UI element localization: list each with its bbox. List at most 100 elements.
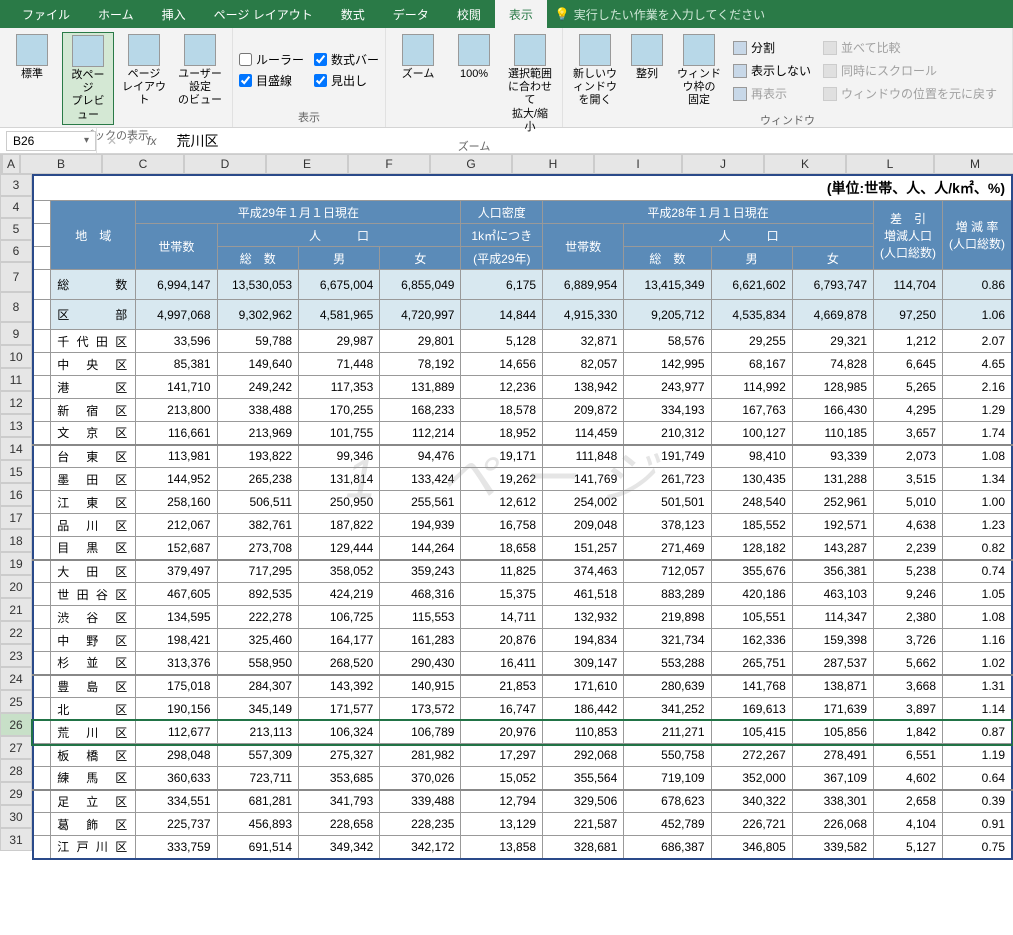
cell[interactable]: 193,822 bbox=[217, 445, 299, 468]
cell[interactable]: 3,897 bbox=[874, 698, 943, 721]
cell[interactable]: 105,551 bbox=[711, 606, 792, 629]
ribbon-btn[interactable]: 整列 bbox=[621, 32, 673, 110]
cell[interactable]: 162,336 bbox=[711, 629, 792, 652]
ribbon-small-btn[interactable]: 表示しない bbox=[729, 60, 815, 81]
cell[interactable]: 9,205,712 bbox=[624, 300, 711, 330]
ribbon-checkbox[interactable]: 見出し bbox=[314, 72, 379, 89]
cell[interactable]: 1.29 bbox=[943, 399, 1013, 422]
cell[interactable] bbox=[33, 721, 51, 744]
cell[interactable]: 141,769 bbox=[543, 468, 624, 491]
cell[interactable]: 265,751 bbox=[711, 652, 792, 675]
cell[interactable]: 142,995 bbox=[624, 353, 711, 376]
cell[interactable]: 144,264 bbox=[380, 537, 461, 560]
row-header[interactable]: 26 bbox=[0, 713, 32, 736]
cell[interactable]: 100,127 bbox=[711, 422, 792, 445]
cell[interactable]: 374,463 bbox=[543, 560, 624, 583]
cell[interactable]: 116,661 bbox=[136, 422, 217, 445]
cell[interactable]: 6,994,147 bbox=[136, 270, 217, 300]
cell[interactable] bbox=[33, 224, 51, 247]
cell[interactable]: 18,658 bbox=[461, 537, 543, 560]
cell[interactable]: 101,755 bbox=[299, 422, 380, 445]
cell[interactable]: 6,793,747 bbox=[792, 270, 873, 300]
ribbon-btn[interactable]: 新しいウィンドウを開く bbox=[569, 32, 621, 110]
cell[interactable]: 198,421 bbox=[136, 629, 217, 652]
cell[interactable]: 355,564 bbox=[543, 767, 624, 790]
cell[interactable]: 329,506 bbox=[543, 790, 624, 813]
cell[interactable]: 340,322 bbox=[711, 790, 792, 813]
cell[interactable]: 249,242 bbox=[217, 376, 299, 399]
cell[interactable]: 6,855,049 bbox=[380, 270, 461, 300]
cell[interactable]: 6,889,954 bbox=[543, 270, 624, 300]
cell[interactable]: 0.91 bbox=[943, 813, 1013, 836]
row-header[interactable]: 30 bbox=[0, 805, 32, 828]
cell[interactable]: 6,675,004 bbox=[299, 270, 380, 300]
menu-tab-0[interactable]: ファイル bbox=[8, 0, 84, 29]
cell[interactable] bbox=[33, 353, 51, 376]
cell[interactable]: 141,710 bbox=[136, 376, 217, 399]
cell[interactable]: 681,281 bbox=[217, 790, 299, 813]
cell[interactable]: 総 数 bbox=[624, 247, 711, 270]
cell[interactable] bbox=[33, 247, 51, 270]
data-grid[interactable]: (単位:世帯、人、人/k㎡、%)地 域平成29年１月１日現在人口密度平成28年１… bbox=[32, 174, 1013, 860]
cell[interactable]: 379,497 bbox=[136, 560, 217, 583]
cell[interactable]: 6,621,602 bbox=[711, 270, 792, 300]
ribbon-btn[interactable]: 100% bbox=[448, 32, 500, 136]
cell[interactable]: (平成29年) bbox=[461, 247, 543, 270]
cell[interactable]: 501,501 bbox=[624, 491, 711, 514]
cell[interactable]: 359,243 bbox=[380, 560, 461, 583]
cell[interactable]: 287,537 bbox=[792, 652, 873, 675]
cell[interactable]: 21,853 bbox=[461, 675, 543, 698]
cell[interactable]: 71,448 bbox=[299, 353, 380, 376]
cell[interactable]: 117,353 bbox=[299, 376, 380, 399]
cell[interactable]: 506,511 bbox=[217, 491, 299, 514]
tell-me[interactable]: 💡 実行したい作業を入力してください bbox=[547, 6, 765, 23]
cell[interactable] bbox=[33, 201, 51, 224]
cell[interactable]: 173,572 bbox=[380, 698, 461, 721]
row-header[interactable]: 21 bbox=[0, 598, 32, 621]
col-header[interactable]: G bbox=[430, 154, 512, 174]
ribbon-btn[interactable]: ユーザー設定のビュー bbox=[174, 32, 226, 125]
row-header[interactable]: 10 bbox=[0, 345, 32, 368]
cell[interactable]: 456,893 bbox=[217, 813, 299, 836]
cell[interactable]: 1,212 bbox=[874, 330, 943, 353]
ribbon-small-btn[interactable]: 再表示 bbox=[729, 83, 815, 104]
cell[interactable]: 105,856 bbox=[792, 721, 873, 744]
cell[interactable]: 6,551 bbox=[874, 744, 943, 767]
cell[interactable]: 334,551 bbox=[136, 790, 217, 813]
cell[interactable]: 717,295 bbox=[217, 560, 299, 583]
cell[interactable] bbox=[33, 514, 51, 537]
cell[interactable]: 130,435 bbox=[711, 468, 792, 491]
cell[interactable]: 世帯数 bbox=[136, 224, 217, 270]
cell[interactable]: 3,515 bbox=[874, 468, 943, 491]
cell[interactable]: 品 川 区 bbox=[51, 514, 136, 537]
cell[interactable]: 186,442 bbox=[543, 698, 624, 721]
cell[interactable] bbox=[33, 836, 51, 859]
row-header[interactable]: 4 bbox=[0, 196, 32, 218]
cell[interactable]: 墨 田 区 bbox=[51, 468, 136, 491]
cell[interactable]: 板 橋 区 bbox=[51, 744, 136, 767]
cell[interactable]: 99,346 bbox=[299, 445, 380, 468]
cell[interactable]: 5,128 bbox=[461, 330, 543, 353]
cell[interactable]: 12,612 bbox=[461, 491, 543, 514]
cell[interactable]: 総 数 bbox=[51, 270, 136, 300]
cell[interactable]: 686,387 bbox=[624, 836, 711, 859]
enter-icon[interactable]: ✓ bbox=[127, 134, 137, 148]
col-header[interactable]: L bbox=[846, 154, 934, 174]
cell[interactable]: 文 京 区 bbox=[51, 422, 136, 445]
cell[interactable]: 2,658 bbox=[874, 790, 943, 813]
cell[interactable]: 691,514 bbox=[217, 836, 299, 859]
cell[interactable]: 132,932 bbox=[543, 606, 624, 629]
cell[interactable]: (単位:世帯、人、人/k㎡、%) bbox=[51, 175, 1012, 201]
col-header[interactable]: F bbox=[348, 154, 430, 174]
cell[interactable]: 114,459 bbox=[543, 422, 624, 445]
row-header[interactable]: 28 bbox=[0, 759, 32, 782]
cell[interactable]: 2.16 bbox=[943, 376, 1013, 399]
cell[interactable] bbox=[33, 330, 51, 353]
cell[interactable] bbox=[33, 583, 51, 606]
menu-tab-6[interactable]: 校閲 bbox=[443, 0, 495, 29]
cell[interactable] bbox=[33, 652, 51, 675]
cell[interactable]: 452,789 bbox=[624, 813, 711, 836]
cell[interactable]: 144,952 bbox=[136, 468, 217, 491]
row-header[interactable]: 12 bbox=[0, 391, 32, 414]
cell[interactable]: 463,103 bbox=[792, 583, 873, 606]
